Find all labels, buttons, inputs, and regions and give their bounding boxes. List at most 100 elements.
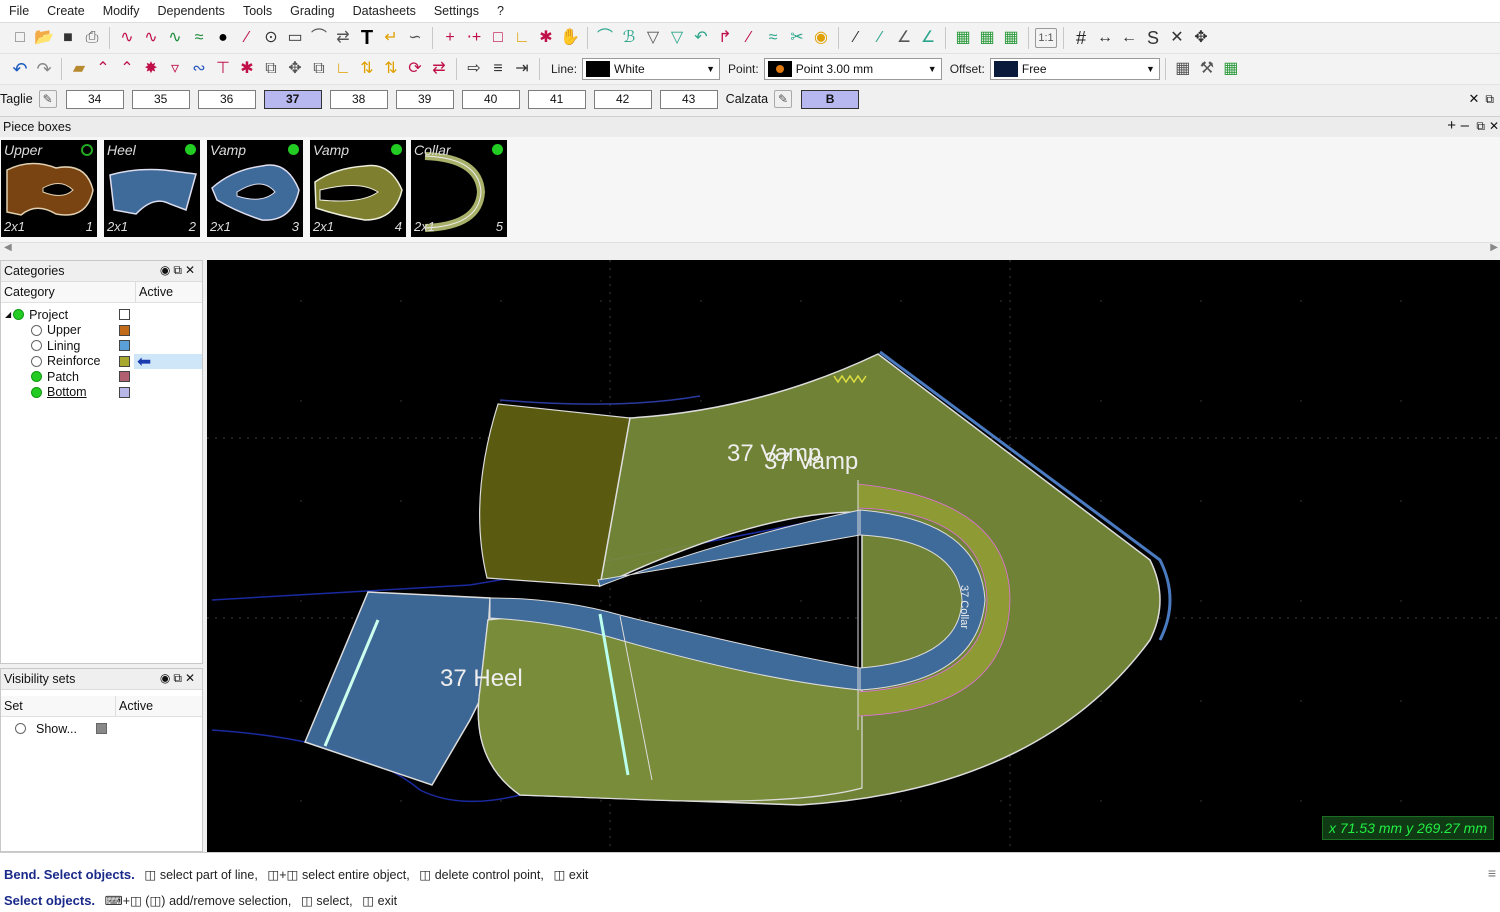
cross-x-icon[interactable]: ✕ xyxy=(1166,27,1188,49)
measure-icon[interactable]: ∟ xyxy=(511,27,533,49)
line-style-select[interactable]: White ▼ xyxy=(582,58,721,80)
close-icon[interactable]: ✕ xyxy=(1469,91,1480,107)
angle-green-icon[interactable]: ∠ xyxy=(917,27,939,49)
category-toggle[interactable] xyxy=(31,355,42,367)
piece-box-heel[interactable]: Heel 2x1 2 xyxy=(104,140,200,237)
category-column[interactable]: Category xyxy=(1,282,136,302)
scroll-left-icon[interactable]: ◀ xyxy=(4,242,12,253)
copy-icon[interactable]: ⧉ xyxy=(260,58,282,80)
category-row-reinforce[interactable]: Reinforce ⬅ xyxy=(1,352,202,371)
size-button-36[interactable]: 36 xyxy=(197,89,256,109)
cross-icon[interactable]: + xyxy=(439,27,461,49)
category-row-patch[interactable]: Patch xyxy=(1,369,202,385)
peak-icon[interactable]: ⌃ xyxy=(92,58,114,80)
export-icon[interactable]: ⇨ xyxy=(463,58,485,80)
cut-line-icon[interactable]: ⊤ xyxy=(212,58,234,80)
list-export-icon[interactable]: ≡ xyxy=(487,58,509,80)
category-color-swatch[interactable] xyxy=(119,371,130,382)
fold-icon[interactable]: ◉ xyxy=(810,27,832,49)
category-toggle[interactable] xyxy=(13,309,25,321)
drawing-canvas[interactable]: 37 Vamp 37 Vamp 37 Heel 37 Collar x 71.5… xyxy=(207,260,1500,852)
arrow-left-right-icon[interactable]: ↔ xyxy=(1094,27,1116,49)
category-row-lining[interactable]: Lining xyxy=(1,338,202,354)
arrow-left-icon[interactable]: ← xyxy=(1118,27,1140,49)
piece-box-vamp-blue[interactable]: Vamp 2x1 3 xyxy=(207,140,303,237)
expand-icon[interactable]: ◢ xyxy=(5,310,11,319)
size-button-41[interactable]: 41 xyxy=(527,89,586,109)
rotate-icon[interactable]: ⟳ xyxy=(404,58,426,80)
active-column[interactable]: Active xyxy=(116,696,156,716)
mirror-icon[interactable]: ⇄ xyxy=(332,27,354,49)
redo-icon[interactable]: ↷ xyxy=(33,58,55,80)
visibility-color-swatch[interactable] xyxy=(96,723,107,734)
menu-file[interactable]: File xyxy=(0,4,38,18)
size-button-35[interactable]: 35 xyxy=(131,89,190,109)
spline-icon[interactable]: ∿ xyxy=(140,27,162,49)
spreadsheet-icon[interactable]: ▦ xyxy=(1220,58,1242,80)
panel-controls[interactable]: ◉⧉✕ xyxy=(160,671,198,686)
fold-down-icon[interactable]: ▿ xyxy=(164,58,186,80)
visibility-set-row[interactable]: Show... xyxy=(1,721,202,737)
diagonal-icon[interactable]: ∕ xyxy=(845,27,867,49)
import-icon[interactable]: ⇥ xyxy=(511,58,533,80)
move-arrows-icon[interactable]: ✥ xyxy=(284,58,306,80)
point-icon[interactable]: ● xyxy=(212,27,234,49)
wave-icon[interactable]: ≈ xyxy=(762,27,784,49)
arc-icon[interactable]: ⌒ xyxy=(308,27,330,49)
notch-icon[interactable]: □ xyxy=(487,27,509,49)
calzata-tool-icon[interactable]: ✎ xyxy=(774,90,793,108)
circle-icon[interactable]: ⊙ xyxy=(260,27,282,49)
grid-green2-icon[interactable]: ▦ xyxy=(976,27,998,49)
category-row-project[interactable]: ◢ Project xyxy=(1,307,202,323)
menu-grading[interactable]: Grading xyxy=(281,4,343,18)
category-row-bottom[interactable]: Bottom xyxy=(1,385,202,401)
open-folder-icon[interactable]: 📂 xyxy=(33,27,55,49)
category-color-swatch[interactable] xyxy=(119,386,130,398)
category-toggle[interactable] xyxy=(31,340,42,352)
slash-icon[interactable]: ∕ xyxy=(738,27,760,49)
stitch-icon[interactable]: ∽ xyxy=(404,27,426,49)
burst-icon[interactable]: ✸ xyxy=(140,58,162,80)
menu-tools[interactable]: Tools xyxy=(234,4,281,18)
split-icon[interactable]: ℬ xyxy=(618,27,640,49)
size-button-34[interactable]: 34 xyxy=(65,89,124,109)
new-file-icon[interactable]: □ xyxy=(9,27,31,49)
category-toggle[interactable] xyxy=(31,371,42,383)
category-color-swatch[interactable] xyxy=(119,324,130,336)
peak-red-icon[interactable]: ⌃ xyxy=(116,58,138,80)
menu-settings[interactable]: Settings xyxy=(425,4,488,18)
overlap-icon[interactable]: ∾ xyxy=(188,58,210,80)
hook-icon[interactable]: ↵ xyxy=(380,27,402,49)
visibility-toggle[interactable] xyxy=(15,723,26,735)
grid-icon[interactable]: # xyxy=(1070,27,1092,49)
menu-dependents[interactable]: Dependents xyxy=(149,4,234,18)
eraser-icon[interactable]: ▰ xyxy=(68,58,90,80)
menu-create[interactable]: Create xyxy=(38,4,94,18)
size-button-40[interactable]: 40 xyxy=(461,89,520,109)
line-icon[interactable]: ∕ xyxy=(236,27,258,49)
piece-boxes-scrollbar[interactable]: ◀ ▶ xyxy=(0,242,1500,255)
category-color-swatch[interactable] xyxy=(119,355,130,367)
star-icon[interactable]: ✱ xyxy=(535,27,557,49)
category-row-upper[interactable]: Upper xyxy=(1,323,202,339)
scissors-icon[interactable]: ✂ xyxy=(786,27,808,49)
active-column[interactable]: Active xyxy=(136,282,176,302)
offset-select[interactable]: Free ▼ xyxy=(989,58,1160,80)
diagonal-green-icon[interactable]: ∕ xyxy=(869,27,891,49)
restore-icon[interactable]: ⧉ xyxy=(1485,92,1494,107)
corner-icon[interactable]: ↱ xyxy=(714,27,736,49)
category-toggle[interactable] xyxy=(31,386,42,398)
panel-controls[interactable]: ◉⧉✕ xyxy=(160,263,198,278)
table-icon[interactable]: ▦ xyxy=(1172,58,1194,80)
piece-box-vamp-olive[interactable]: Vamp 2x1 4 xyxy=(310,140,406,237)
rectangle-icon[interactable]: ▭ xyxy=(284,27,306,49)
curve-icon[interactable]: ∿ xyxy=(164,27,186,49)
mirror-v-icon[interactable]: ⇅ xyxy=(356,58,378,80)
mirror-h-icon[interactable]: ⇅ xyxy=(380,58,402,80)
print-icon[interactable]: ⎙ xyxy=(81,27,103,49)
menu-help[interactable]: ? xyxy=(488,4,513,18)
grid-green-icon[interactable]: ▦ xyxy=(952,27,974,49)
calzata-button[interactable]: B xyxy=(801,89,860,109)
piece-box-upper[interactable]: Upper 2x1 1 xyxy=(1,140,97,237)
resize-grip-icon[interactable]: ≡ xyxy=(1488,865,1496,881)
